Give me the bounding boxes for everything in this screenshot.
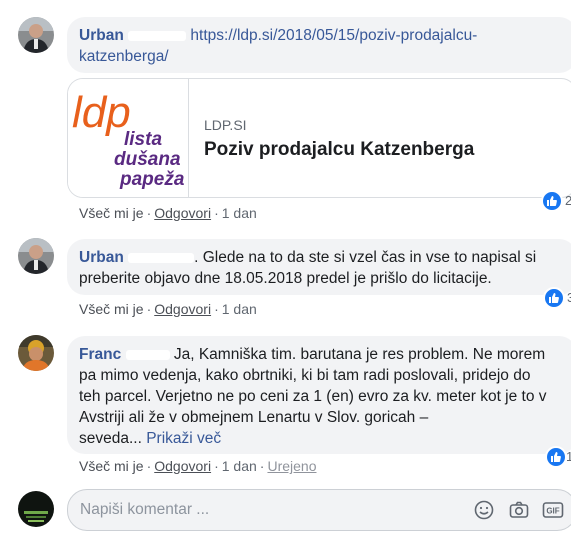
comment-text-cont: teh parcel. Verjetno ne po ceni za 1 (en… [79, 388, 547, 405]
reply-link[interactable]: Odgovori [154, 301, 211, 317]
avatar[interactable] [18, 238, 54, 274]
comment-text-cont: seveda... [79, 430, 142, 447]
avatar[interactable] [18, 335, 54, 371]
comment-time[interactable]: 1 dan [222, 301, 257, 317]
like-reaction-icon[interactable] [543, 287, 565, 309]
logo-line-3: papeža [119, 169, 185, 190]
logo-mark: ldp [72, 88, 131, 137]
comment-author[interactable]: Urban [79, 27, 124, 44]
gif-label: GIF [546, 507, 559, 516]
person-avatar-icon [18, 491, 54, 527]
comment-time[interactable]: 1 dan [222, 458, 257, 474]
logo-line-1: lista [124, 129, 162, 150]
link-preview-domain: LDP.SI [204, 117, 247, 133]
redacted-name [125, 349, 170, 360]
like-reaction-icon[interactable] [541, 190, 563, 212]
logo-line-2: dušana [114, 149, 181, 170]
comment-time[interactable]: 1 dan [222, 205, 257, 221]
comment-link[interactable]: https://ldp.si/2018/05/15/poziv-prodajal… [190, 27, 477, 44]
comment-text-cont: preberite objavo dne 18.05.2018 predel j… [79, 270, 492, 287]
see-more-link[interactable]: Prikaži več [146, 430, 221, 447]
ldp-logo-icon: ldp lista dušana papeža [72, 88, 185, 190]
comment-input[interactable] [80, 490, 450, 530]
comment-author[interactable]: Franc [79, 346, 121, 363]
comment-actions: Všeč mi je · Odgovori · 1 dan [79, 205, 257, 221]
person-avatar-icon [18, 17, 54, 53]
comment-composer[interactable]: GIF [67, 489, 571, 531]
link-preview-card[interactable]: ldp lista dušana papeža LDP.SI Poziv pro… [67, 78, 571, 198]
avatar[interactable] [18, 17, 54, 53]
reaction-count: 2 [565, 193, 571, 208]
redacted-name [128, 252, 195, 263]
comment-text-cont: pa mimo vedenja, kako obrtniki, ki bi ta… [79, 367, 531, 384]
like-link[interactable]: Všeč mi je [79, 205, 144, 221]
comment-bubble: Urban . Glede na to da ste si vzel čas i… [67, 239, 571, 295]
comment-bubble: Franc Ja, Kamniška tim. barutana je res … [67, 336, 571, 454]
like-link[interactable]: Všeč mi je [79, 301, 144, 317]
comment-text-cont: Avstriji ali že v obmejnem Lenartu v Slo… [79, 409, 429, 426]
comment-link-cont[interactable]: katzenberga/ [79, 48, 169, 65]
reply-link[interactable]: Odgovori [154, 458, 211, 474]
person-avatar-icon [18, 335, 54, 371]
comment-author[interactable]: Urban [79, 249, 124, 266]
comment-bubble: Urban https://ldp.si/2018/05/15/poziv-pr… [67, 17, 571, 73]
gif-icon[interactable]: GIF [542, 499, 564, 521]
edited-label[interactable]: Urejeno [267, 458, 316, 474]
comment-text: . Glede na to da ste si vzel čas in vse … [194, 249, 537, 266]
comment-actions: Všeč mi je · Odgovori · 1 dan · Urejeno [79, 458, 317, 474]
comment-actions: Všeč mi je · Odgovori · 1 dan [79, 301, 257, 317]
link-preview-thumbnail: ldp lista dušana papeža [68, 79, 189, 197]
current-user-avatar[interactable] [18, 491, 54, 527]
like-reaction-icon[interactable] [545, 446, 567, 468]
reply-link[interactable]: Odgovori [154, 205, 211, 221]
link-preview-title[interactable]: Poziv prodajalcu Katzenberga [204, 139, 474, 161]
reaction-count: 3 [567, 290, 571, 305]
comment-text: Ja, Kamniška tim. barutana je res proble… [173, 346, 546, 363]
camera-icon[interactable] [508, 499, 530, 521]
like-link[interactable]: Všeč mi je [79, 458, 144, 474]
redacted-name [128, 30, 187, 41]
person-avatar-icon [18, 238, 54, 274]
reaction-count: 1 [566, 449, 571, 464]
emoji-icon[interactable] [473, 499, 495, 521]
